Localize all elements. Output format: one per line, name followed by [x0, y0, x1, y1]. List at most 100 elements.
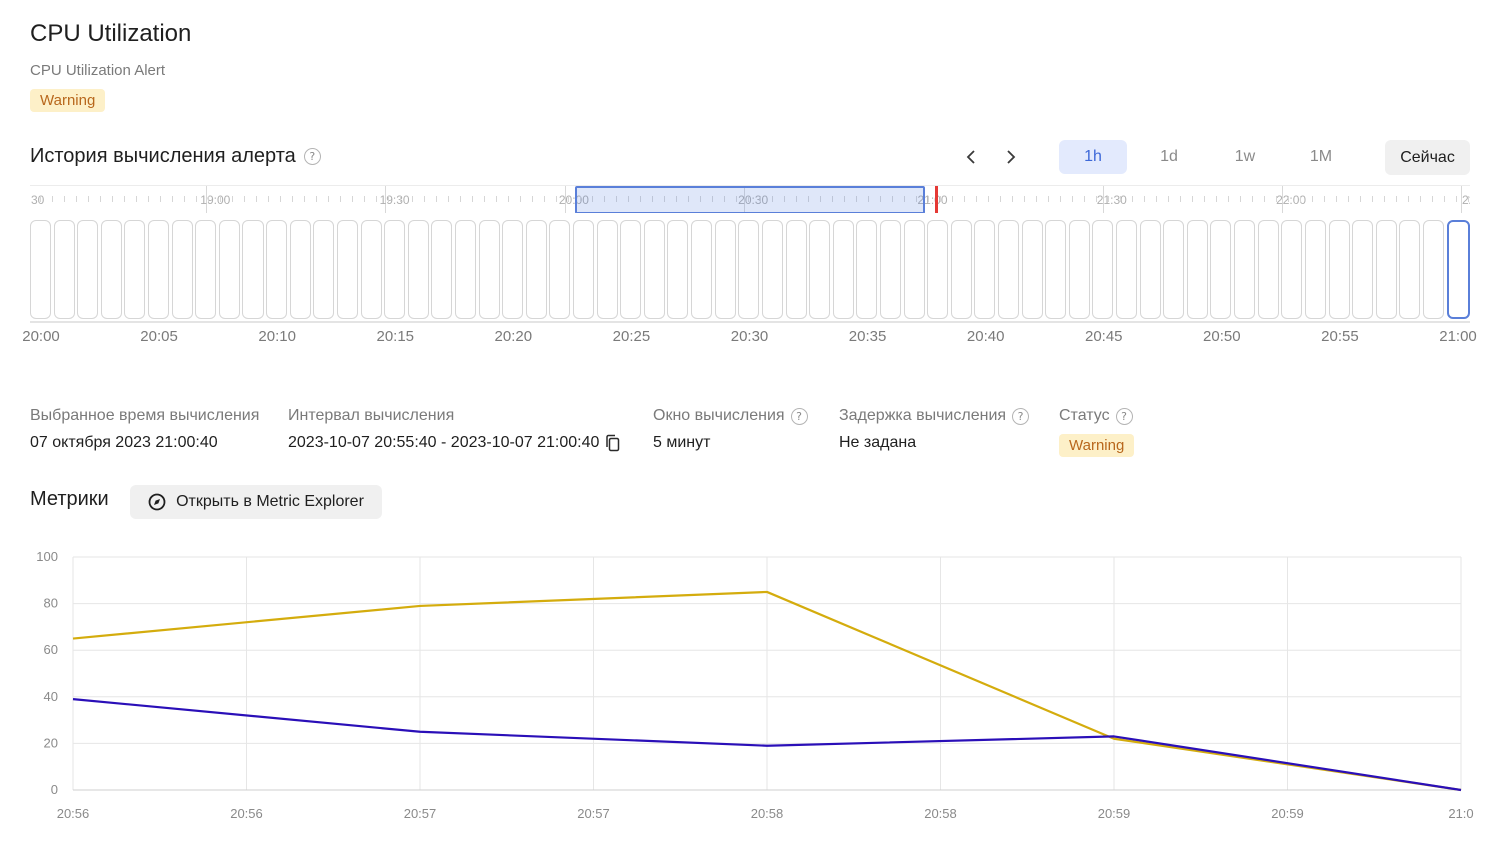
interval-label: Интервал вычисления: [288, 407, 455, 424]
ruler-label: 22:00: [1276, 193, 1307, 207]
now-button[interactable]: Сейчас: [1385, 140, 1470, 175]
evaluation-cell[interactable]: [573, 220, 595, 319]
ruler-minor-tick: [1336, 196, 1337, 202]
evaluation-cell[interactable]: [242, 220, 264, 319]
evaluation-cell[interactable]: [1422, 220, 1444, 319]
ruler-minor-tick: [340, 196, 341, 202]
evaluation-cell[interactable]: [1186, 220, 1208, 319]
evaluation-cell[interactable]: [1281, 220, 1303, 319]
status-label-row: Статус ?: [1059, 407, 1134, 425]
help-icon[interactable]: ?: [303, 148, 321, 165]
evaluation-cell[interactable]: [1399, 220, 1421, 319]
evaluation-cell[interactable]: [1092, 220, 1114, 319]
timeline-ruler[interactable]: :3019:0019:3020:0020:3021:0021:3022:0022…: [30, 185, 1470, 213]
range-1d-button[interactable]: 1d: [1135, 140, 1203, 174]
evaluation-cell[interactable]: [950, 220, 972, 319]
evaluation-cell[interactable]: [856, 220, 878, 319]
prev-button[interactable]: [958, 142, 984, 172]
evaluation-cell[interactable]: [1068, 220, 1090, 319]
ruler-minor-tick: [1024, 196, 1025, 202]
evaluation-cell[interactable]: [643, 220, 665, 319]
evaluation-cell[interactable]: [124, 220, 146, 319]
open-metric-explorer-button[interactable]: Открыть в Metric Explorer: [130, 485, 382, 519]
evaluation-cell[interactable]: [1446, 220, 1470, 319]
evaluation-cell[interactable]: [53, 220, 75, 319]
evaluation-cell[interactable]: [596, 220, 618, 319]
ruler-selection-window[interactable]: [575, 186, 925, 213]
evaluation-cell[interactable]: [218, 220, 240, 319]
range-1w-button[interactable]: 1w: [1211, 140, 1279, 174]
ruler-minor-tick: [208, 196, 209, 202]
evaluation-cell[interactable]: [832, 220, 854, 319]
evaluation-cell[interactable]: [691, 220, 713, 319]
evaluation-cell[interactable]: [809, 220, 831, 319]
ruler-minor-tick: [1456, 196, 1457, 202]
evaluation-cell[interactable]: [785, 220, 807, 319]
ruler-minor-tick: [1300, 196, 1301, 202]
evaluation-cell[interactable]: [195, 220, 217, 319]
ruler-minor-tick: [1156, 196, 1157, 202]
evaluation-cell[interactable]: [336, 220, 358, 319]
evaluation-cell[interactable]: [525, 220, 547, 319]
evaluation-cell[interactable]: [903, 220, 925, 319]
next-button[interactable]: [998, 142, 1024, 172]
help-icon[interactable]: ?: [1012, 407, 1030, 425]
y-tick-label: 100: [36, 549, 58, 564]
evaluation-cell[interactable]: [549, 220, 571, 319]
evaluation-cell[interactable]: [148, 220, 170, 319]
evaluation-cell[interactable]: [974, 220, 996, 319]
evaluation-cell[interactable]: [879, 220, 901, 319]
ruler-minor-tick: [1144, 196, 1145, 202]
evaluation-cell[interactable]: [502, 220, 524, 319]
evaluation-cell[interactable]: [77, 220, 99, 319]
evaluation-cell[interactable]: [289, 220, 311, 319]
evaluation-cell[interactable]: [454, 220, 476, 319]
help-icon[interactable]: ?: [790, 407, 808, 425]
y-tick-label: 20: [44, 735, 58, 750]
page-title: CPU Utilization: [30, 20, 192, 47]
evaluation-cell[interactable]: [30, 220, 52, 319]
evaluation-cell[interactable]: [478, 220, 500, 319]
evaluation-cell[interactable]: [1139, 220, 1161, 319]
evaluation-cell[interactable]: [1163, 220, 1185, 319]
ruler-minor-tick: [1240, 196, 1241, 202]
evaluation-cell[interactable]: [620, 220, 642, 319]
interval-block: Интервал вычисления 2023-10-07 20:55:40 …: [288, 407, 621, 452]
help-icon[interactable]: ?: [1115, 407, 1133, 425]
evaluation-cell[interactable]: [431, 220, 453, 319]
evaluation-cell[interactable]: [667, 220, 689, 319]
evaluation-cell[interactable]: [1375, 220, 1397, 319]
ruler-minor-tick: [64, 196, 65, 202]
evaluation-cell[interactable]: [738, 220, 760, 319]
evaluation-cell[interactable]: [360, 220, 382, 319]
evaluation-cell[interactable]: [997, 220, 1019, 319]
evaluation-cell[interactable]: [1257, 220, 1279, 319]
evaluation-cell[interactable]: [384, 220, 406, 319]
window-label: Окно вычисления: [653, 407, 785, 424]
evaluation-cell[interactable]: [1328, 220, 1350, 319]
cells-baseline: [30, 321, 1470, 323]
ruler-minor-tick: [1348, 196, 1349, 202]
selected-time-value: 07 октября 2023 21:00:40: [30, 434, 218, 451]
evaluation-cell[interactable]: [266, 220, 288, 319]
evaluation-cell[interactable]: [100, 220, 122, 319]
ruler-minor-tick: [52, 196, 53, 202]
evaluation-cell[interactable]: [313, 220, 335, 319]
evaluation-cell[interactable]: [1304, 220, 1326, 319]
evaluation-cell[interactable]: [1021, 220, 1043, 319]
copy-icon[interactable]: [605, 434, 621, 452]
evaluation-cell[interactable]: [761, 220, 783, 319]
x-tick-label: 21:0: [1448, 806, 1473, 821]
evaluation-cell[interactable]: [1352, 220, 1374, 319]
evaluation-cell[interactable]: [927, 220, 949, 319]
evaluation-cell[interactable]: [1234, 220, 1256, 319]
evaluation-cell[interactable]: [407, 220, 429, 319]
evaluation-cell[interactable]: [1210, 220, 1232, 319]
evaluation-cell[interactable]: [1045, 220, 1067, 319]
evaluation-cell[interactable]: [171, 220, 193, 319]
evaluation-cell[interactable]: [1116, 220, 1138, 319]
evaluation-cell[interactable]: [714, 220, 736, 319]
ruler-minor-tick: [976, 196, 977, 202]
range-1h-button[interactable]: 1h: [1059, 140, 1127, 174]
range-1m-button[interactable]: 1M: [1287, 140, 1355, 174]
